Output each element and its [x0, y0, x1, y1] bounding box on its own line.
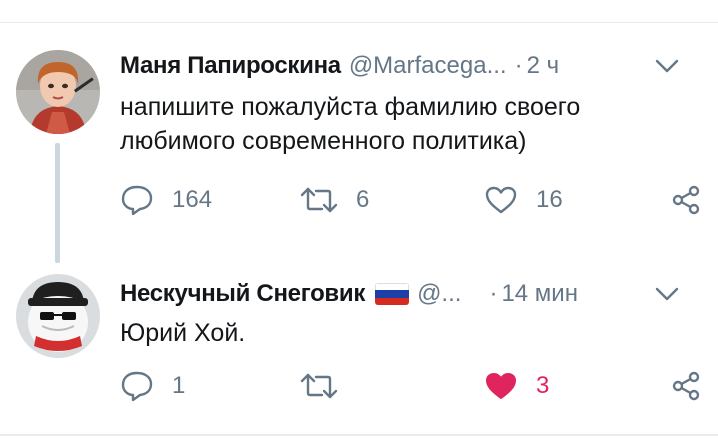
reply-icon — [121, 371, 153, 402]
author-name[interactable]: Маня Папироскина — [120, 52, 341, 79]
tweet-timestamp[interactable]: 2 ч — [527, 52, 560, 79]
retweet-icon — [300, 373, 338, 399]
tweet-text: Юрий Хой. — [120, 319, 246, 347]
author-handle[interactable]: @... — [417, 280, 461, 307]
heart-filled-icon — [486, 373, 516, 399]
separator-dot: · — [514, 52, 523, 79]
tweet-header: Нескучный Снеговик @... · 14 мин — [120, 280, 698, 316]
author-handle[interactable]: @Marfacega... — [349, 52, 507, 79]
like-button[interactable]: 3 — [484, 368, 549, 404]
share-button[interactable] — [670, 182, 702, 218]
russia-flag-emoji — [375, 283, 410, 305]
like-count: 3 — [536, 372, 550, 399]
tweet-text: напишите пожалуйста фамилию своего любим… — [120, 93, 581, 155]
share-icon — [672, 371, 700, 401]
tweet-timestamp[interactable]: 14 мин — [501, 280, 578, 307]
tweet-actions: 164 6 16 — [120, 182, 702, 218]
chevron-down-icon[interactable] — [654, 56, 680, 76]
top-divider — [0, 22, 718, 23]
chevron-down-icon[interactable] — [654, 284, 680, 304]
retweet-button[interactable]: 6 — [300, 182, 369, 218]
retweet-button[interactable] — [300, 368, 356, 404]
tweet-header: Маня Папироскина @Marfacega... · 2 ч — [120, 52, 698, 88]
like-count: 16 — [536, 186, 563, 213]
separator-dot: · — [489, 280, 498, 307]
tweet-actions: 1 3 — [120, 368, 702, 404]
retweet-count: 6 — [356, 186, 370, 213]
like-button[interactable]: 16 — [484, 182, 563, 218]
avatar[interactable] — [16, 50, 100, 134]
reply-button[interactable]: 1 — [120, 368, 185, 404]
share-icon — [672, 185, 700, 215]
thread-connector-line — [55, 143, 60, 263]
retweet-icon — [300, 187, 338, 213]
bottom-divider — [0, 434, 718, 436]
reply-button[interactable]: 164 — [120, 182, 212, 218]
reply-count: 1 — [172, 372, 186, 399]
avatar[interactable] — [16, 274, 100, 358]
reply-count: 164 — [172, 186, 213, 213]
reply-icon — [121, 185, 153, 216]
share-button[interactable] — [670, 368, 702, 404]
heart-outline-icon — [485, 186, 517, 214]
author-name[interactable]: Нескучный Снеговик — [120, 280, 365, 307]
